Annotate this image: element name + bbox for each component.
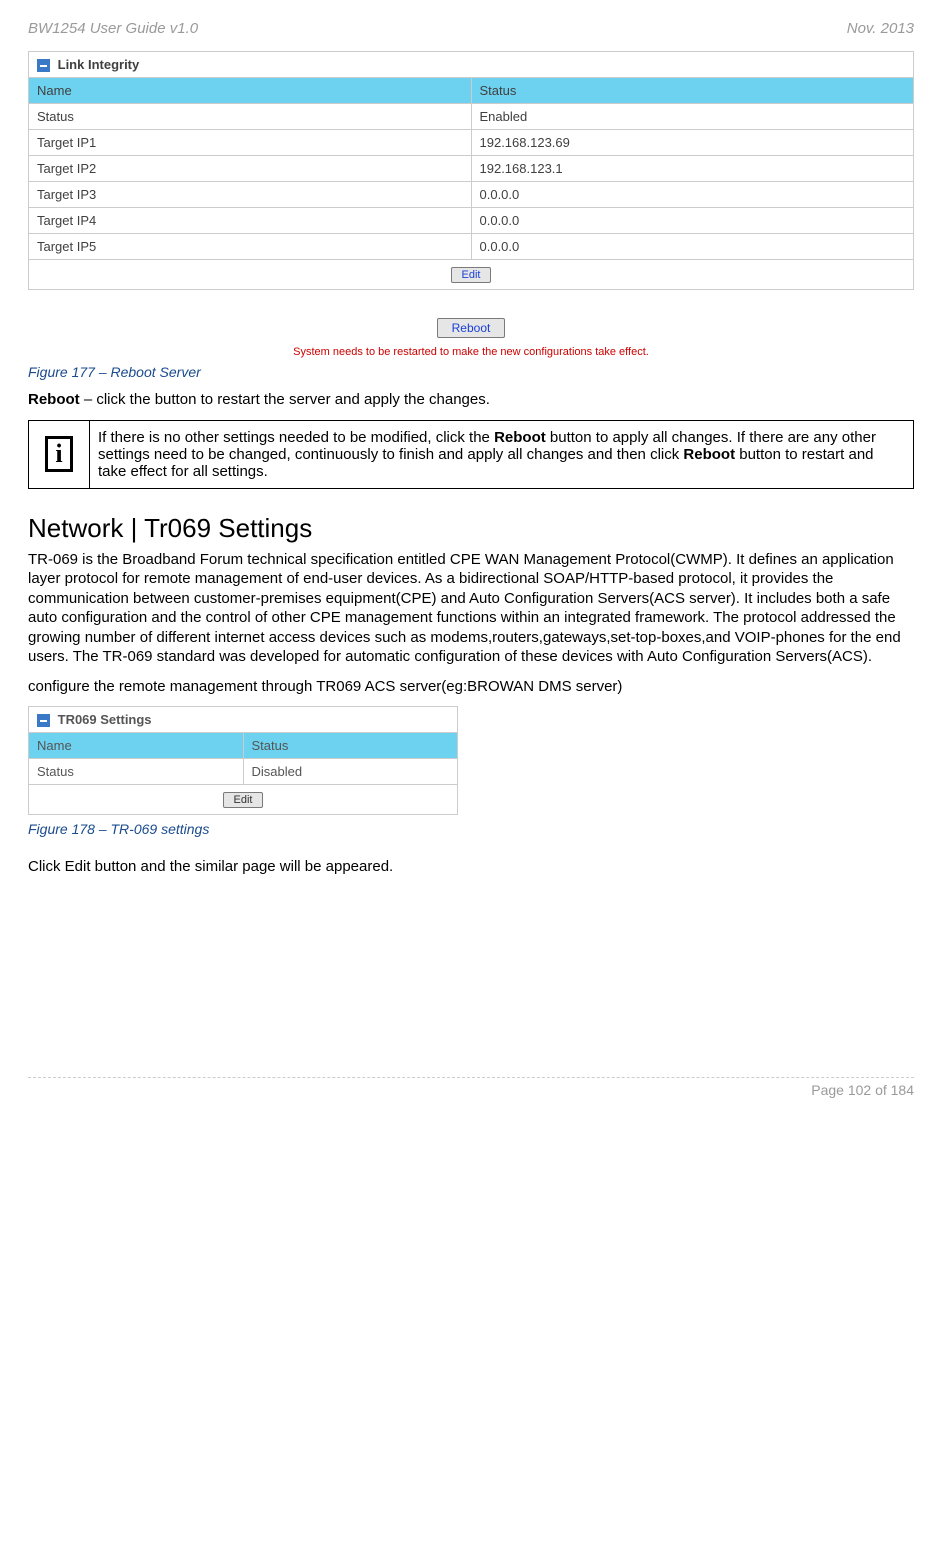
cell-name: Status xyxy=(29,759,244,785)
tr069-paragraph: TR-069 is the Broadband Forum technical … xyxy=(28,550,914,667)
collapse-icon xyxy=(37,59,50,72)
page-footer: Page 102 of 184 xyxy=(28,1082,914,1098)
click-edit-text: Click Edit button and the similar page w… xyxy=(28,857,914,877)
cell-value: 0.0.0.0 xyxy=(471,208,914,234)
col-status: Status xyxy=(471,78,914,104)
edit-row: Edit xyxy=(29,260,914,290)
reboot-button[interactable]: Reboot xyxy=(437,318,506,338)
cell-value: 0.0.0.0 xyxy=(471,234,914,260)
col-name: Name xyxy=(29,78,472,104)
table-row: StatusEnabled xyxy=(29,104,914,130)
reboot-rest: – click the button to restart the server… xyxy=(80,391,490,408)
section-heading: Network | Tr069 Settings xyxy=(28,513,914,544)
cell-name: Status xyxy=(29,104,472,130)
table-row: Target IP30.0.0.0 xyxy=(29,182,914,208)
edit-row: Edit xyxy=(29,785,458,815)
cell-value: 192.168.123.69 xyxy=(471,130,914,156)
tr069-settings-table: TR069 Settings Name Status Status Disabl… xyxy=(28,706,458,815)
doc-date: Nov. 2013 xyxy=(847,20,914,37)
cell-name: Target IP1 xyxy=(29,130,472,156)
cell-name: Target IP2 xyxy=(29,156,472,182)
doc-title: BW1254 User Guide v1.0 xyxy=(28,20,198,37)
cell-value: Disabled xyxy=(243,759,458,785)
link-integrity-title-cell: Link Integrity xyxy=(29,52,914,78)
table-row: Status Disabled xyxy=(29,759,458,785)
info-b1: Reboot xyxy=(494,429,546,446)
cell-value: Enabled xyxy=(471,104,914,130)
cell-value: 192.168.123.1 xyxy=(471,156,914,182)
edit-button[interactable]: Edit xyxy=(223,792,264,808)
cell-value: 0.0.0.0 xyxy=(471,182,914,208)
link-integrity-table: Link Integrity Name Status StatusEnabled… xyxy=(28,51,914,290)
reboot-block: Reboot System needs to be restarted to m… xyxy=(28,318,914,358)
table-row: Target IP40.0.0.0 xyxy=(29,208,914,234)
reboot-bold: Reboot xyxy=(28,391,80,408)
reboot-description: Reboot – click the button to restart the… xyxy=(28,390,914,410)
table-row: Target IP1192.168.123.69 xyxy=(29,130,914,156)
cell-name: Target IP3 xyxy=(29,182,472,208)
link-integrity-title: Link Integrity xyxy=(58,57,140,72)
collapse-icon xyxy=(37,714,50,727)
tr069-title-cell: TR069 Settings xyxy=(29,707,458,733)
info-t1: If there is no other settings needed to … xyxy=(98,429,494,446)
info-text: If there is no other settings needed to … xyxy=(90,420,914,488)
cell-name: Target IP5 xyxy=(29,234,472,260)
table-row: Target IP50.0.0.0 xyxy=(29,234,914,260)
figure-178-caption: Figure 178 – TR-069 settings xyxy=(28,821,914,837)
info-icon: i xyxy=(45,436,73,472)
info-box: i If there is no other settings needed t… xyxy=(28,420,914,489)
col-status: Status xyxy=(243,733,458,759)
col-name: Name xyxy=(29,733,244,759)
footer-divider xyxy=(28,1077,914,1078)
page-header: BW1254 User Guide v1.0 Nov. 2013 xyxy=(28,20,914,37)
edit-button[interactable]: Edit xyxy=(451,267,492,283)
info-icon-cell: i xyxy=(29,420,90,488)
table-row: Target IP2192.168.123.1 xyxy=(29,156,914,182)
tr069-title: TR069 Settings xyxy=(58,712,152,727)
cell-name: Target IP4 xyxy=(29,208,472,234)
figure-177-caption: Figure 177 – Reboot Server xyxy=(28,364,914,380)
tr069-paragraph-2: configure the remote management through … xyxy=(28,677,914,697)
restart-note: System needs to be restarted to make the… xyxy=(28,346,914,358)
info-b2: Reboot xyxy=(683,446,735,463)
